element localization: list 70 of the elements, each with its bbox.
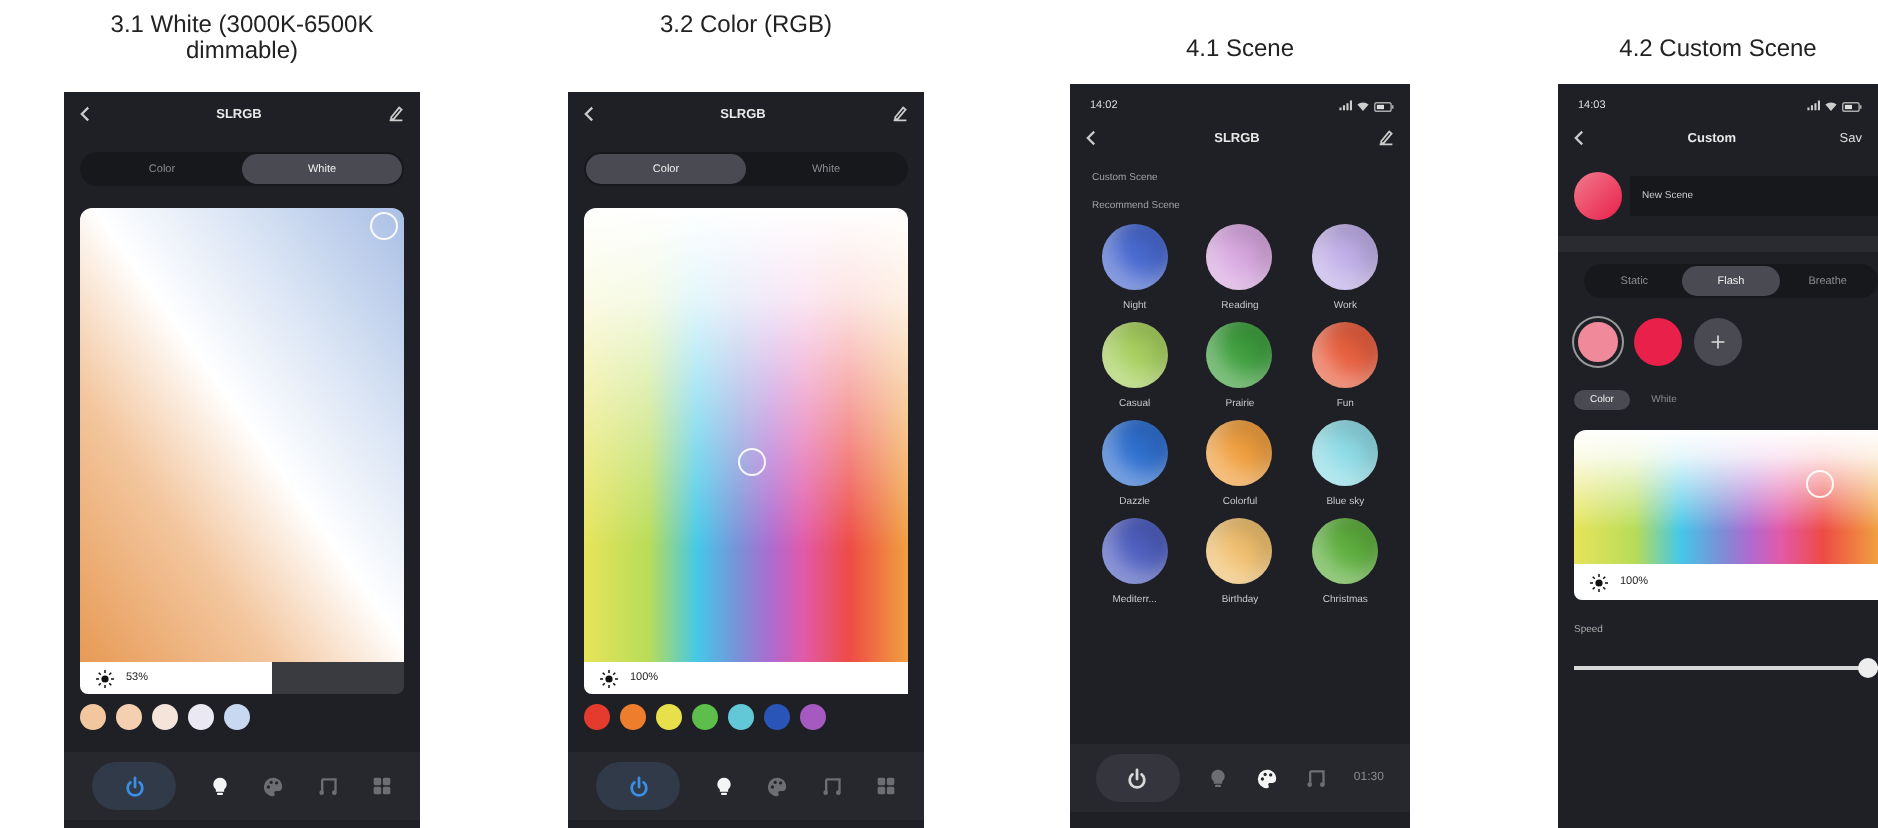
color-swatch[interactable] [188, 704, 214, 730]
color-swatch[interactable] [152, 704, 178, 730]
scene-orb[interactable] [1206, 420, 1273, 486]
music-icon[interactable] [1305, 768, 1326, 788]
back-icon[interactable] [1086, 130, 1096, 146]
color-swatch[interactable] [656, 704, 682, 730]
color-swatch[interactable] [80, 704, 106, 730]
color-swatch[interactable] [692, 704, 718, 730]
color-swatch[interactable] [728, 704, 754, 730]
color-swatch[interactable] [800, 704, 826, 730]
edit-icon[interactable] [892, 106, 908, 122]
sun-icon [96, 669, 114, 687]
music-icon[interactable] [822, 776, 843, 796]
power-icon[interactable] [123, 775, 146, 797]
scene-orb[interactable] [1101, 518, 1168, 584]
scene-color-dot[interactable] [1574, 172, 1622, 220]
scene-orb[interactable] [1312, 224, 1379, 290]
scene-orb[interactable] [1101, 322, 1168, 388]
caption-text: 4.2 Custom Scene [1617, 36, 1819, 66]
color-swatch[interactable] [764, 704, 790, 730]
color-swatch[interactable] [224, 704, 250, 730]
color-swatch[interactable] [584, 704, 610, 730]
scene-orb[interactable] [1206, 518, 1273, 584]
wifi-icon [1824, 100, 1838, 112]
color-picker[interactable] [584, 208, 908, 662]
color-slot[interactable] [1634, 318, 1682, 366]
signal-icon [1806, 100, 1820, 112]
scene-orb[interactable] [1206, 224, 1273, 290]
scene-orb[interactable] [1312, 322, 1379, 388]
color-picker[interactable] [1574, 430, 1878, 564]
picker-handle[interactable] [738, 448, 766, 476]
back-icon[interactable] [1574, 130, 1584, 146]
power-button[interactable] [92, 762, 177, 810]
power-icon[interactable] [1126, 767, 1149, 789]
plus-icon [1710, 334, 1726, 350]
picker-handle[interactable] [1806, 470, 1834, 498]
caption-text: 3.2 Color (RGB) [657, 12, 835, 42]
color-swatch[interactable] [116, 704, 142, 730]
picker-handle[interactable] [370, 212, 398, 240]
palette-icon[interactable] [1255, 767, 1278, 789]
power-button[interactable] [1095, 754, 1180, 802]
bulb-icon[interactable] [713, 776, 734, 796]
add-color-button[interactable] [1694, 318, 1742, 366]
grid-icon[interactable] [371, 776, 392, 796]
wifi-icon [1356, 100, 1370, 112]
caption-text: 4.1 Scene [1183, 36, 1297, 66]
scene-orb[interactable] [1101, 420, 1168, 486]
edit-icon[interactable] [388, 106, 404, 122]
back-icon[interactable] [584, 106, 594, 122]
sun-icon [1590, 573, 1608, 591]
signal-icon [1338, 100, 1352, 112]
scene-orb[interactable] [1101, 224, 1168, 290]
color-swatch[interactable] [620, 704, 646, 730]
battery-icon [1374, 101, 1394, 111]
back-icon[interactable] [80, 106, 90, 122]
caption-text: 3.1 White (3000K-6500K dimmable) [108, 12, 376, 68]
music-icon[interactable] [318, 776, 339, 796]
scene-orb[interactable] [1206, 322, 1273, 388]
slider-thumb[interactable] [1858, 658, 1878, 678]
grid-icon[interactable] [875, 776, 896, 796]
color-picker[interactable] [80, 208, 404, 662]
power-icon[interactable] [627, 775, 650, 797]
battery-icon [1842, 101, 1862, 111]
scene-orb[interactable] [1312, 420, 1379, 486]
color-slot[interactable] [1574, 318, 1622, 366]
bulb-icon[interactable] [209, 776, 230, 796]
edit-icon[interactable] [1378, 130, 1394, 146]
sun-icon [600, 669, 618, 687]
scene-orb[interactable] [1312, 518, 1379, 584]
power-button[interactable] [596, 762, 681, 810]
